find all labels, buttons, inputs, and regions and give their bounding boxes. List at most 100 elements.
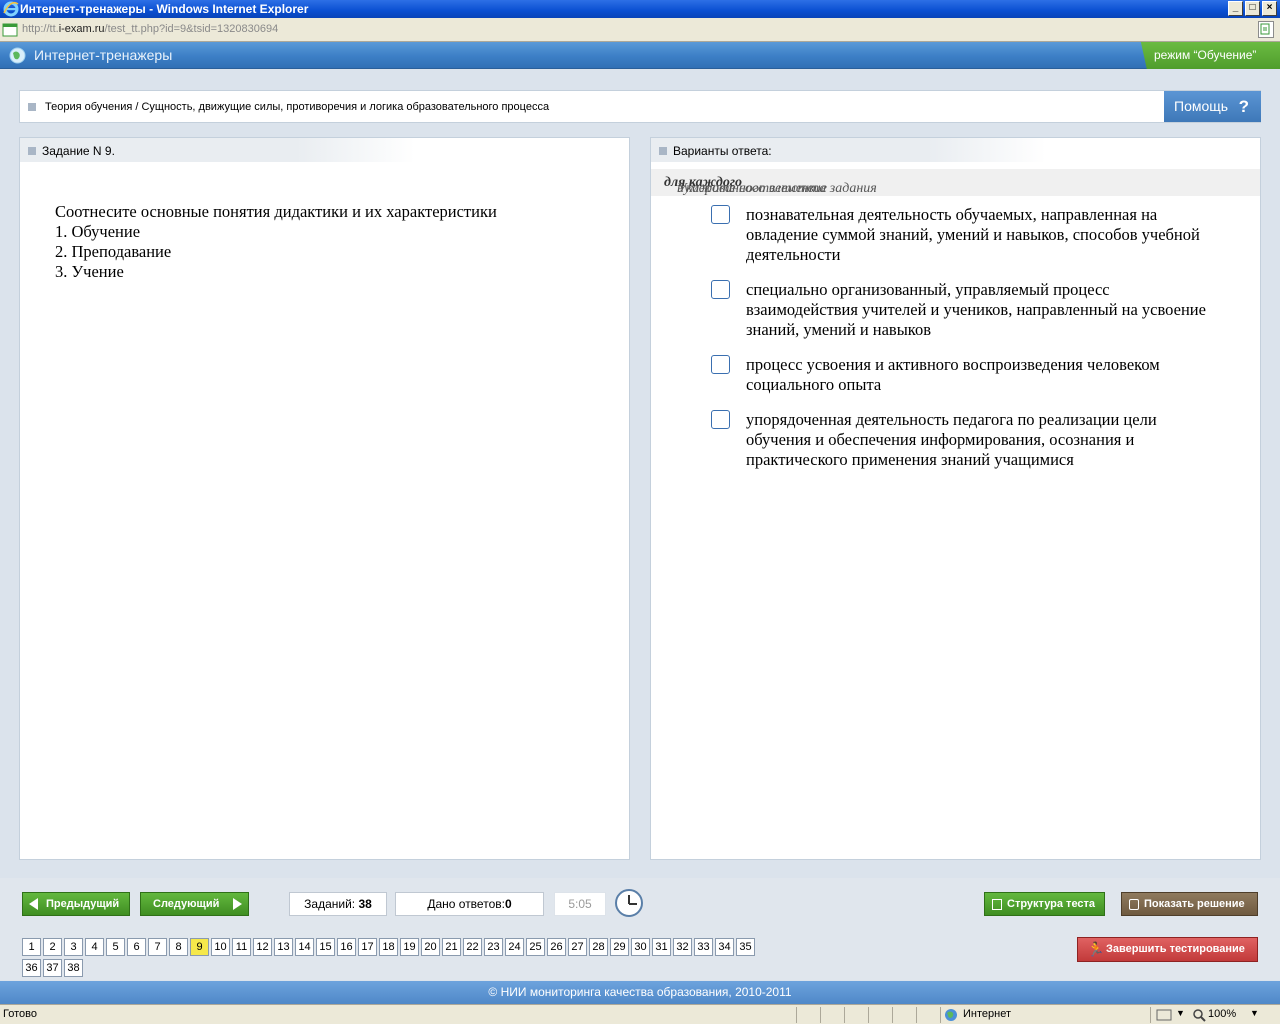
page-button[interactable]: 15: [316, 938, 335, 956]
status-separator: [916, 1007, 917, 1023]
question-text: Соотнесите основные понятия дидактики и …: [55, 202, 497, 282]
window-titlebar: Интернет-тренажеры - Windows Internet Ex…: [0, 0, 1280, 18]
address-bar[interactable]: http://tt.i-exam.ru/test_tt.php?id=9&tsi…: [0, 18, 1280, 42]
page-button[interactable]: 4: [85, 938, 104, 956]
page-button[interactable]: 1: [22, 938, 41, 956]
bullet-icon: [28, 147, 36, 155]
page-button[interactable]: 21: [442, 938, 461, 956]
show-solution-label: Показать решение: [1144, 898, 1245, 910]
help-label: Помощь: [1174, 98, 1229, 114]
breadcrumb-text: Теория обучения / Сущность, движущие сил…: [45, 101, 550, 113]
page-button[interactable]: 37: [43, 959, 62, 977]
page-button[interactable]: 11: [232, 938, 251, 956]
page-button[interactable]: 35: [736, 938, 755, 956]
page-button[interactable]: 33: [694, 938, 713, 956]
app-title: Интернет-тренажеры: [34, 47, 173, 63]
page-button[interactable]: 27: [568, 938, 587, 956]
page-button[interactable]: 20: [421, 938, 440, 956]
page-button[interactable]: 29: [610, 938, 629, 956]
next-label: Следующий: [153, 898, 220, 910]
internet-explorer-icon: [3, 1, 19, 17]
prev-button[interactable]: Предыдущий: [22, 892, 130, 916]
close-button[interactable]: ×: [1262, 1, 1277, 16]
status-separator: [820, 1007, 821, 1023]
answers-title: Варианты ответа:: [673, 144, 772, 158]
internet-zone-icon: [945, 1009, 957, 1021]
page-button[interactable]: 18: [379, 938, 398, 956]
page-button[interactable]: 23: [484, 938, 503, 956]
chevron-down-icon[interactable]: ▼: [1176, 1008, 1185, 1018]
protected-mode-icon: [1156, 1009, 1172, 1021]
page-button[interactable]: 5: [106, 938, 125, 956]
page-button[interactable]: 34: [715, 938, 734, 956]
status-separator: [796, 1007, 797, 1023]
next-button[interactable]: Следующий: [140, 892, 249, 916]
timer: 5:05: [554, 892, 606, 916]
task-title: Задание N 9.: [42, 144, 115, 158]
page-button[interactable]: 8: [169, 938, 188, 956]
answers-count-value: 0: [504, 897, 512, 911]
breadcrumb: Теория обучения / Сущность, движущие сил…: [19, 90, 1261, 123]
bullet-icon: [659, 147, 667, 155]
page-button[interactable]: 13: [274, 938, 293, 956]
page-button[interactable]: 30: [631, 938, 650, 956]
page-button[interactable]: 7: [148, 938, 167, 956]
page-button[interactable]: 22: [463, 938, 482, 956]
page-button[interactable]: 14: [295, 938, 314, 956]
page-button[interactable]: 32: [673, 938, 692, 956]
test-structure-button[interactable]: Структура теста: [984, 892, 1105, 916]
address-url[interactable]: http://tt.i-exam.ru/test_tt.php?id=9&tsi…: [22, 23, 278, 35]
page-button[interactable]: 38: [64, 959, 83, 977]
answer-text: познавательная деятельность обучаемых, н…: [746, 205, 1200, 264]
list-icon: [992, 899, 1002, 910]
page-button[interactable]: 17: [358, 938, 377, 956]
answer-checkbox[interactable]: [711, 280, 730, 299]
page-button[interactable]: 16: [337, 938, 356, 956]
answer-checkbox[interactable]: [711, 410, 730, 429]
finish-test-button[interactable]: 🏃 Завершить тестирование: [1077, 937, 1258, 962]
maximize-button[interactable]: □: [1245, 1, 1260, 16]
page-button[interactable]: 19: [400, 938, 419, 956]
show-solution-button[interactable]: Показать решение: [1121, 892, 1258, 916]
page-button[interactable]: 6: [127, 938, 146, 956]
zoom-level[interactable]: 100%: [1208, 1008, 1236, 1020]
answers-panel-header: Варианты ответа:: [651, 138, 1046, 162]
finish-test-label: Завершить тестирование: [1106, 943, 1245, 955]
book-icon: [1129, 899, 1139, 910]
tasks-count-value: 38: [358, 897, 372, 911]
page-button[interactable]: 9: [190, 938, 209, 956]
page-button[interactable]: 28: [589, 938, 608, 956]
minimize-button[interactable]: _: [1228, 1, 1243, 16]
copyright-footer: © НИИ мониторинга качества образования, …: [0, 981, 1280, 1004]
task-panel: Задание N 9. Соотнесите основные понятия…: [19, 137, 630, 860]
question-line: 2. Преподавание: [55, 242, 172, 261]
page-button[interactable]: 3: [64, 938, 83, 956]
mode-indicator: режим “Обучение”: [1140, 42, 1280, 69]
answer-checkbox[interactable]: [711, 205, 730, 224]
question-icon: ?: [1238, 97, 1249, 116]
status-separator: [868, 1007, 869, 1023]
answers-panel: Варианты ответа: Укажите соответствие дл…: [650, 137, 1261, 860]
page-button[interactable]: 31: [652, 938, 671, 956]
help-button[interactable]: Помощь ?: [1164, 91, 1261, 122]
prev-label: Предыдущий: [46, 898, 120, 910]
answers-count-label: Дано ответов:: [427, 897, 505, 911]
page-button[interactable]: 10: [211, 938, 230, 956]
window-title: Интернет-тренажеры - Windows Internet Ex…: [20, 2, 309, 16]
page-button[interactable]: 2: [43, 938, 62, 956]
answer-text: процесс усвоения и активного воспроизвед…: [746, 355, 1160, 394]
status-bar: Готово Интернет ▼ 100% ▼: [0, 1004, 1280, 1024]
page-button[interactable]: 25: [526, 938, 545, 956]
compatibility-icon[interactable]: [1258, 21, 1274, 38]
globe-icon: [9, 47, 26, 64]
question-line: Соотнесите основные понятия дидактики и …: [55, 202, 497, 221]
answer-text: упорядоченная деятельность педагога по р…: [746, 410, 1157, 469]
page-button[interactable]: 36: [22, 959, 41, 977]
task-panel-header: Задание N 9.: [20, 138, 415, 162]
page-button[interactable]: 24: [505, 938, 524, 956]
page-button[interactable]: 26: [547, 938, 566, 956]
answer-checkbox[interactable]: [711, 355, 730, 374]
page-button[interactable]: 12: [253, 938, 272, 956]
chevron-down-icon[interactable]: ▼: [1250, 1008, 1259, 1018]
status-text: Готово: [3, 1008, 37, 1020]
